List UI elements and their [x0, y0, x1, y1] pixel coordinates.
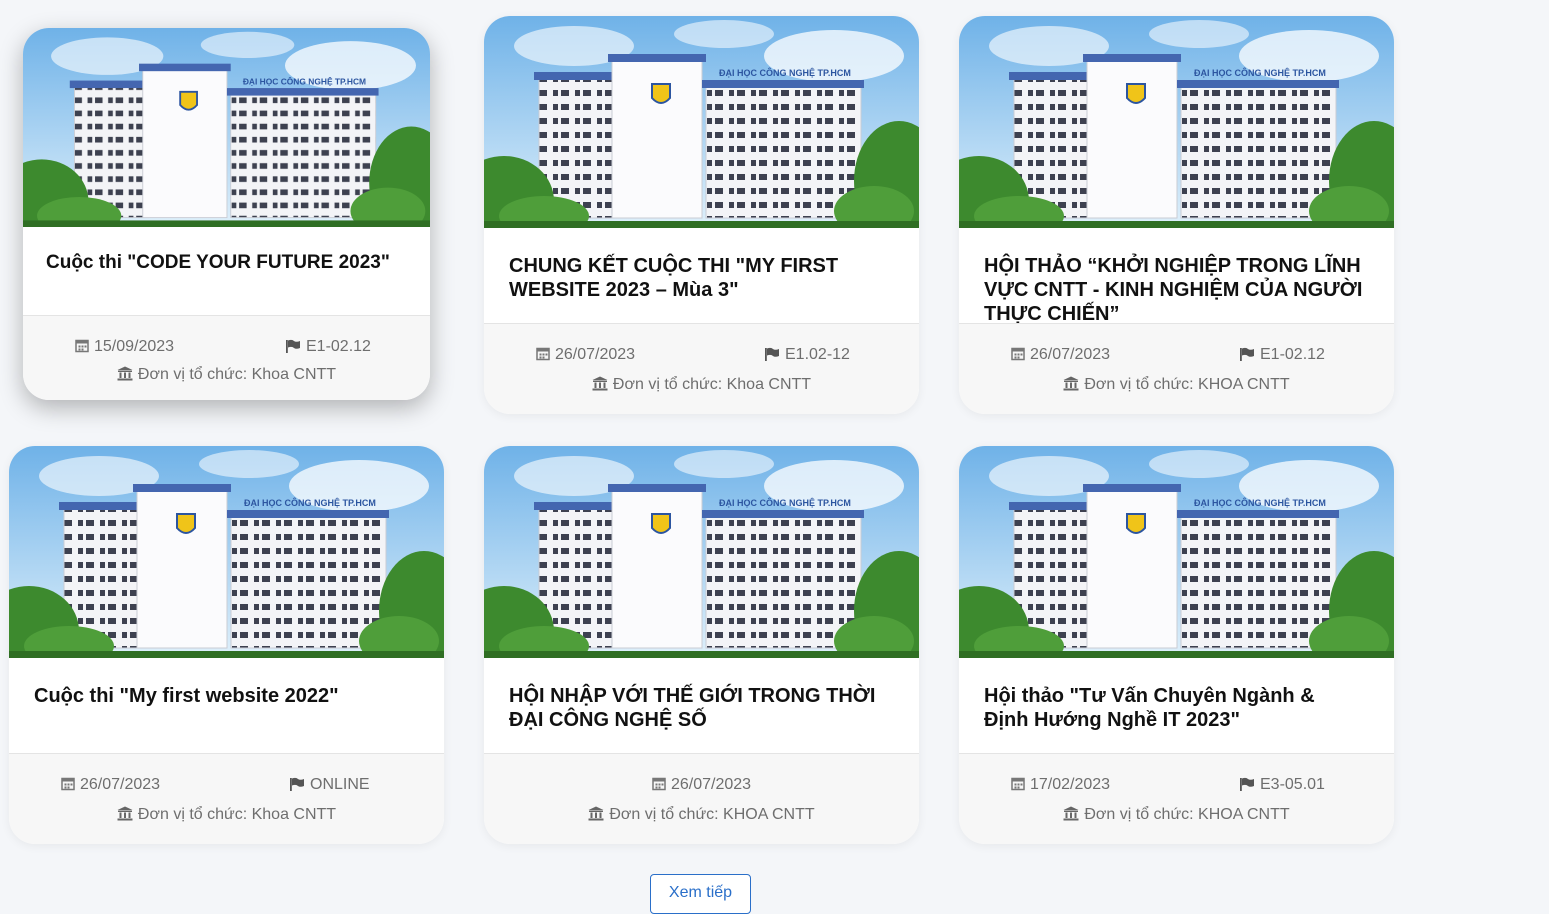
campus-thumbnail — [484, 446, 919, 658]
event-footer: 26/07/2023 Đơn vị tổ chức: KHOA CNTT — [484, 753, 919, 844]
flag-icon — [764, 347, 780, 361]
event-date-text: 26/07/2023 — [670, 776, 752, 793]
flag-icon — [1239, 777, 1255, 791]
campus-thumbnail — [23, 28, 430, 227]
calendar-icon — [1011, 346, 1025, 361]
event-date: 15/09/2023 — [75, 338, 174, 356]
event-organizer: Đơn vị tổ chức: Khoa CNTT — [484, 376, 919, 394]
event-title[interactable]: Hội thảo "Tư Vấn Chuyên Ngành & Định Hướ… — [984, 684, 1364, 732]
event-footer: 17/02/2023 E3-05.01 Đơn vị tổ chức: KHOA… — [959, 753, 1394, 844]
event-room: ONLINE — [289, 776, 370, 794]
event-date: 26/07/2023 — [1011, 346, 1110, 364]
event-room: E1-02.12 — [285, 338, 371, 356]
event-title[interactable]: CHUNG KẾT CUỘC THI "MY FIRST WEBSITE 202… — [509, 254, 889, 302]
event-room-text: ONLINE — [310, 776, 370, 793]
event-organizer-text: Đơn vị tổ chức: Khoa CNTT — [137, 806, 337, 823]
event-room: E1-02.12 — [1239, 346, 1325, 364]
event-card[interactable]: HỘI NHẬP VỚI THẾ GIỚI TRONG THỜI ĐẠI CÔN… — [484, 446, 919, 844]
event-organizer: Đơn vị tổ chức: KHOA CNTT — [484, 806, 919, 824]
event-organizer-text: Đơn vị tổ chức: KHOA CNTT — [1084, 806, 1290, 823]
event-date-text: 15/09/2023 — [94, 338, 175, 355]
calendar-icon — [536, 346, 550, 361]
institution-icon — [117, 366, 133, 381]
calendar-icon — [1011, 776, 1025, 791]
campus-thumbnail — [959, 16, 1394, 228]
flag-icon — [1239, 347, 1255, 361]
event-organizer: Đơn vị tổ chức: Khoa CNTT — [23, 366, 430, 384]
campus-thumbnail — [9, 446, 444, 658]
load-more-button[interactable]: Xem tiếp — [650, 874, 751, 914]
institution-icon — [588, 806, 604, 821]
event-card[interactable]: Cuộc thi "My first website 2022" 26/07/2… — [9, 446, 444, 844]
institution-icon — [117, 806, 133, 821]
campus-thumbnail — [959, 446, 1394, 658]
calendar-icon — [61, 776, 75, 791]
event-title[interactable]: HỘI THẢO “KHỞI NGHIỆP TRONG LĨNH VỰC CNT… — [984, 254, 1364, 326]
event-room-text: E3-05.01 — [1260, 776, 1325, 793]
calendar-icon — [652, 776, 666, 791]
event-room: E1.02-12 — [764, 346, 850, 364]
event-organizer-text: Đơn vị tổ chức: KHOA CNTT — [609, 806, 815, 823]
event-card[interactable]: CHUNG KẾT CUỘC THI "MY FIRST WEBSITE 202… — [484, 16, 919, 414]
event-footer: 26/07/2023 E1.02-12 Đơn vị tổ chức: Khoa… — [484, 323, 919, 414]
event-date-text: 26/07/2023 — [80, 776, 161, 793]
event-organizer-text: Đơn vị tổ chức: KHOA CNTT — [1084, 376, 1290, 393]
flag-icon — [289, 777, 305, 791]
event-date-text: 26/07/2023 — [555, 346, 636, 363]
event-card[interactable]: Cuộc thi "CODE YOUR FUTURE 2023" 15/09/2… — [23, 28, 430, 400]
event-room-text: E1-02.12 — [1260, 346, 1325, 363]
event-organizer: Đơn vị tổ chức: KHOA CNTT — [959, 806, 1394, 824]
event-footer: 26/07/2023 E1-02.12 Đơn vị tổ chức: KHOA… — [959, 323, 1394, 414]
institution-icon — [592, 376, 608, 391]
event-footer: 15/09/2023 E1-02.12 Đơn vị tổ chức: Khoa… — [23, 315, 430, 400]
flag-icon — [285, 339, 301, 353]
institution-icon — [1063, 376, 1079, 391]
event-room-text: E1.02-12 — [785, 346, 850, 363]
event-date-text: 26/07/2023 — [1030, 346, 1111, 363]
event-room-text: E1-02.12 — [306, 338, 371, 355]
event-date: 26/07/2023 — [536, 346, 635, 364]
event-title[interactable]: Cuộc thi "CODE YOUR FUTURE 2023" — [46, 251, 400, 275]
event-card[interactable]: HỘI THẢO “KHỞI NGHIỆP TRONG LĨNH VỰC CNT… — [959, 16, 1394, 414]
event-card[interactable]: Hội thảo "Tư Vấn Chuyên Ngành & Định Hướ… — [959, 446, 1394, 844]
event-room: E3-05.01 — [1239, 776, 1325, 794]
institution-icon — [1063, 806, 1079, 821]
event-organizer: Đơn vị tổ chức: KHOA CNTT — [959, 376, 1394, 394]
event-organizer-text: Đơn vị tổ chức: Khoa CNTT — [137, 366, 337, 383]
event-date: 17/02/2023 — [1011, 776, 1110, 794]
event-title[interactable]: Cuộc thi "My first website 2022" — [34, 684, 414, 708]
event-date: 26/07/2023 — [484, 776, 919, 794]
campus-thumbnail — [484, 16, 919, 228]
calendar-icon — [75, 338, 89, 353]
event-title[interactable]: HỘI NHẬP VỚI THẾ GIỚI TRONG THỜI ĐẠI CÔN… — [509, 684, 889, 732]
event-date: 26/07/2023 — [61, 776, 160, 794]
event-date-text: 17/02/2023 — [1030, 776, 1111, 793]
event-footer: 26/07/2023 ONLINE Đơn vị tổ chức: Khoa C… — [9, 753, 444, 844]
event-organizer: Đơn vị tổ chức: Khoa CNTT — [9, 806, 444, 824]
event-organizer-text: Đơn vị tổ chức: Khoa CNTT — [612, 376, 812, 393]
